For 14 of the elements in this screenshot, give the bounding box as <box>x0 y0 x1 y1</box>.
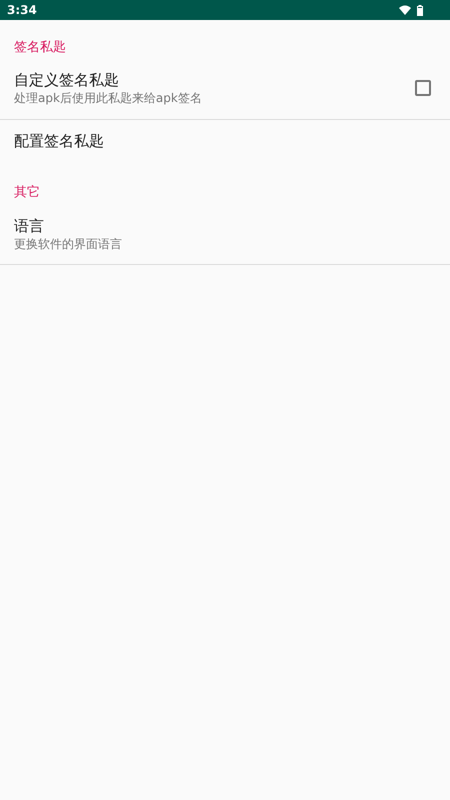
preference-row[interactable]: 语言 更换软件的界面语言 <box>0 211 450 265</box>
section-header: 签名私匙 <box>14 40 66 55</box>
battery-icon <box>417 4 423 16</box>
preference-title: 配置签名私匙 <box>14 131 105 151</box>
preference-title: 语言 <box>14 216 45 236</box>
preference-summary: 处理apk后使用此私匙来给apk签名 <box>14 90 203 106</box>
preference-summary: 更换软件的界面语言 <box>14 236 123 252</box>
preference-title: 自定义签名私匙 <box>14 70 120 90</box>
preference-row[interactable]: 配置签名私匙 <box>0 120 450 164</box>
wifi-icon <box>399 5 411 15</box>
status-time: 3:34 <box>7 3 37 17</box>
section-header: 其它 <box>14 185 40 200</box>
checkbox[interactable] <box>415 80 431 96</box>
preference-row[interactable]: 自定义签名私匙 处理apk后使用此私匙来给apk签名 <box>0 66 450 120</box>
